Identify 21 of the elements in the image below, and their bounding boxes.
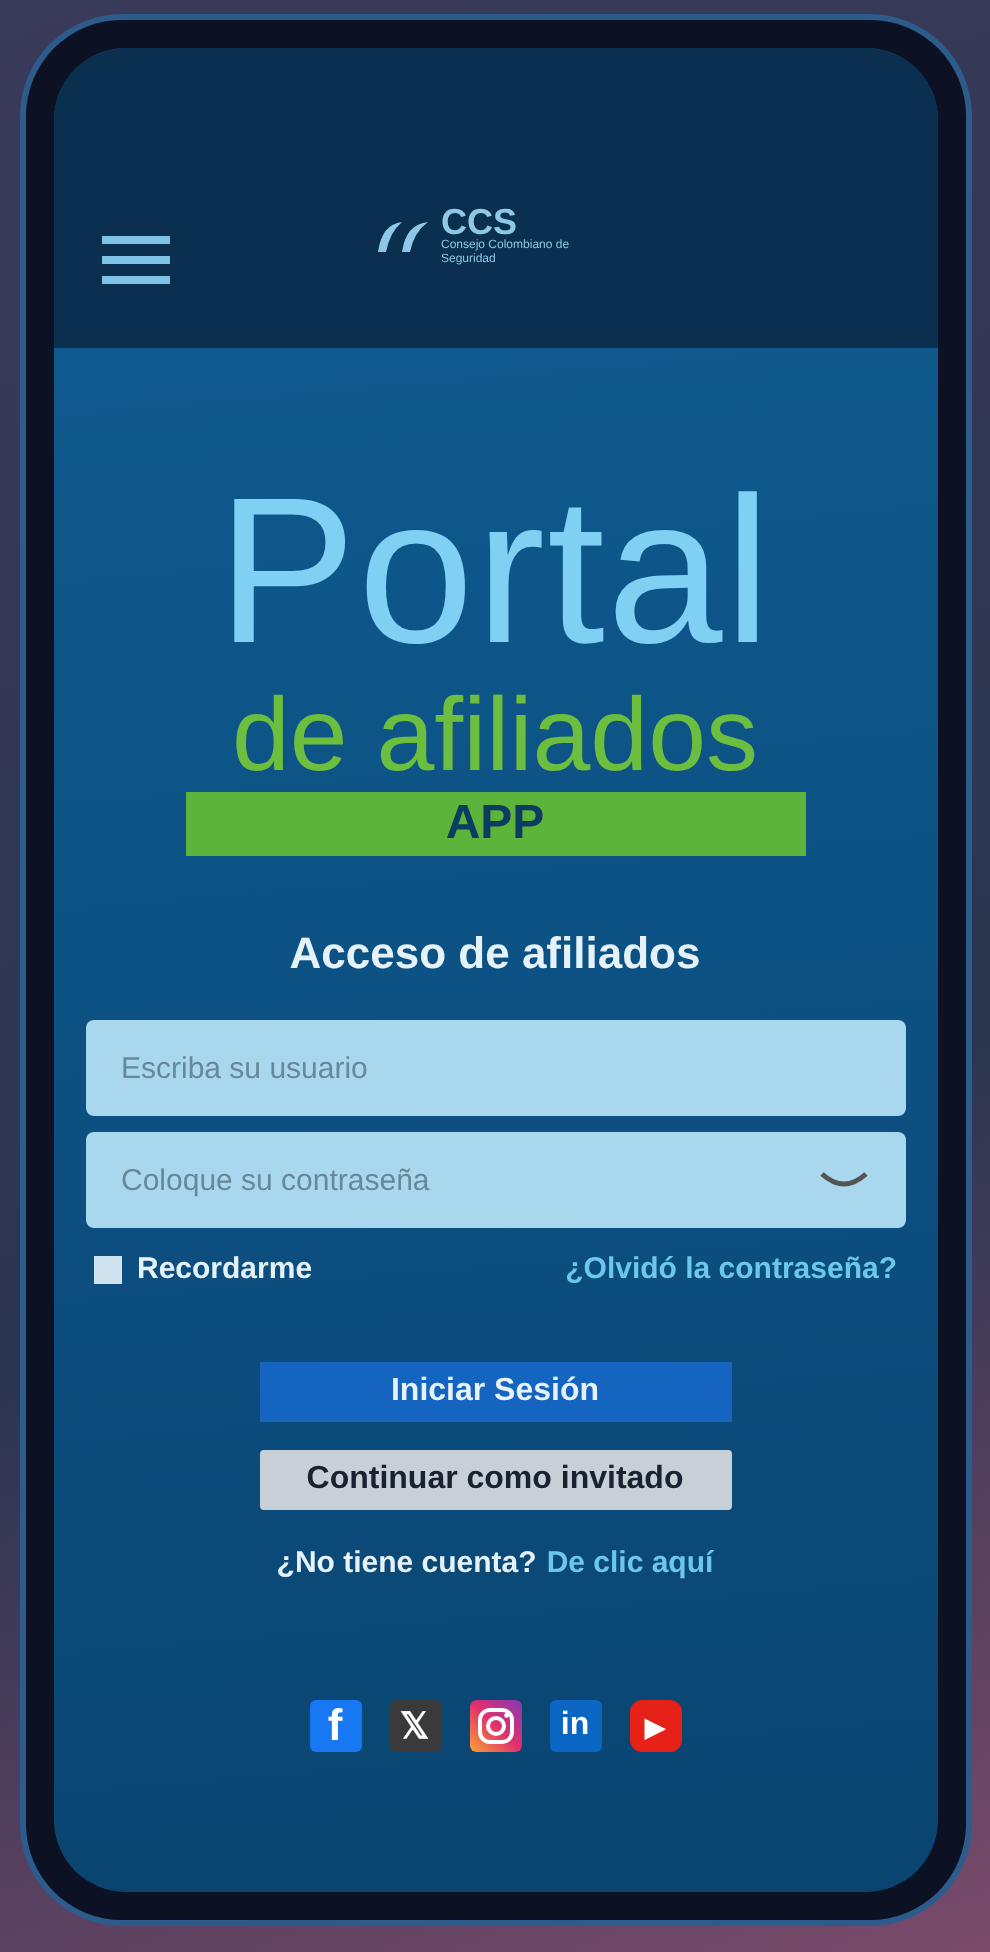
social-icon[interactable]: 𝕏 bbox=[389, 1700, 441, 1752]
username-field[interactable]: Escriba su usuario bbox=[85, 1020, 905, 1116]
app-banner: APP bbox=[185, 792, 805, 856]
logo-name: CCS bbox=[441, 204, 518, 240]
portal-subtitle: de afiliados bbox=[231, 684, 759, 788]
login-button[interactable]: Iniciar Sesión bbox=[259, 1362, 731, 1422]
signup-link[interactable]: De clic aquí bbox=[546, 1546, 714, 1580]
play-icon[interactable]: ▶ bbox=[629, 1700, 681, 1752]
signup-prompt: ¿No tiene cuenta? bbox=[276, 1546, 537, 1580]
menu-icon[interactable] bbox=[101, 232, 169, 288]
social-icon[interactable]: in bbox=[549, 1700, 601, 1752]
remember-checkbox[interactable] bbox=[93, 1255, 121, 1283]
camera-icon[interactable] bbox=[469, 1700, 521, 1752]
login-heading: Acceso de afiliados bbox=[289, 928, 701, 980]
guest-button[interactable]: Continuar como invitado bbox=[259, 1450, 731, 1510]
social-icon[interactable]: f bbox=[309, 1700, 361, 1752]
password-field[interactable]: Coloque su contraseña bbox=[85, 1132, 905, 1228]
closed-eye-icon[interactable] bbox=[817, 1170, 869, 1190]
remember-label: Recordarme bbox=[137, 1252, 313, 1286]
portal-title: Portal bbox=[217, 468, 773, 676]
forgot-password-link[interactable]: ¿Olvidó la contraseña? bbox=[565, 1252, 897, 1286]
